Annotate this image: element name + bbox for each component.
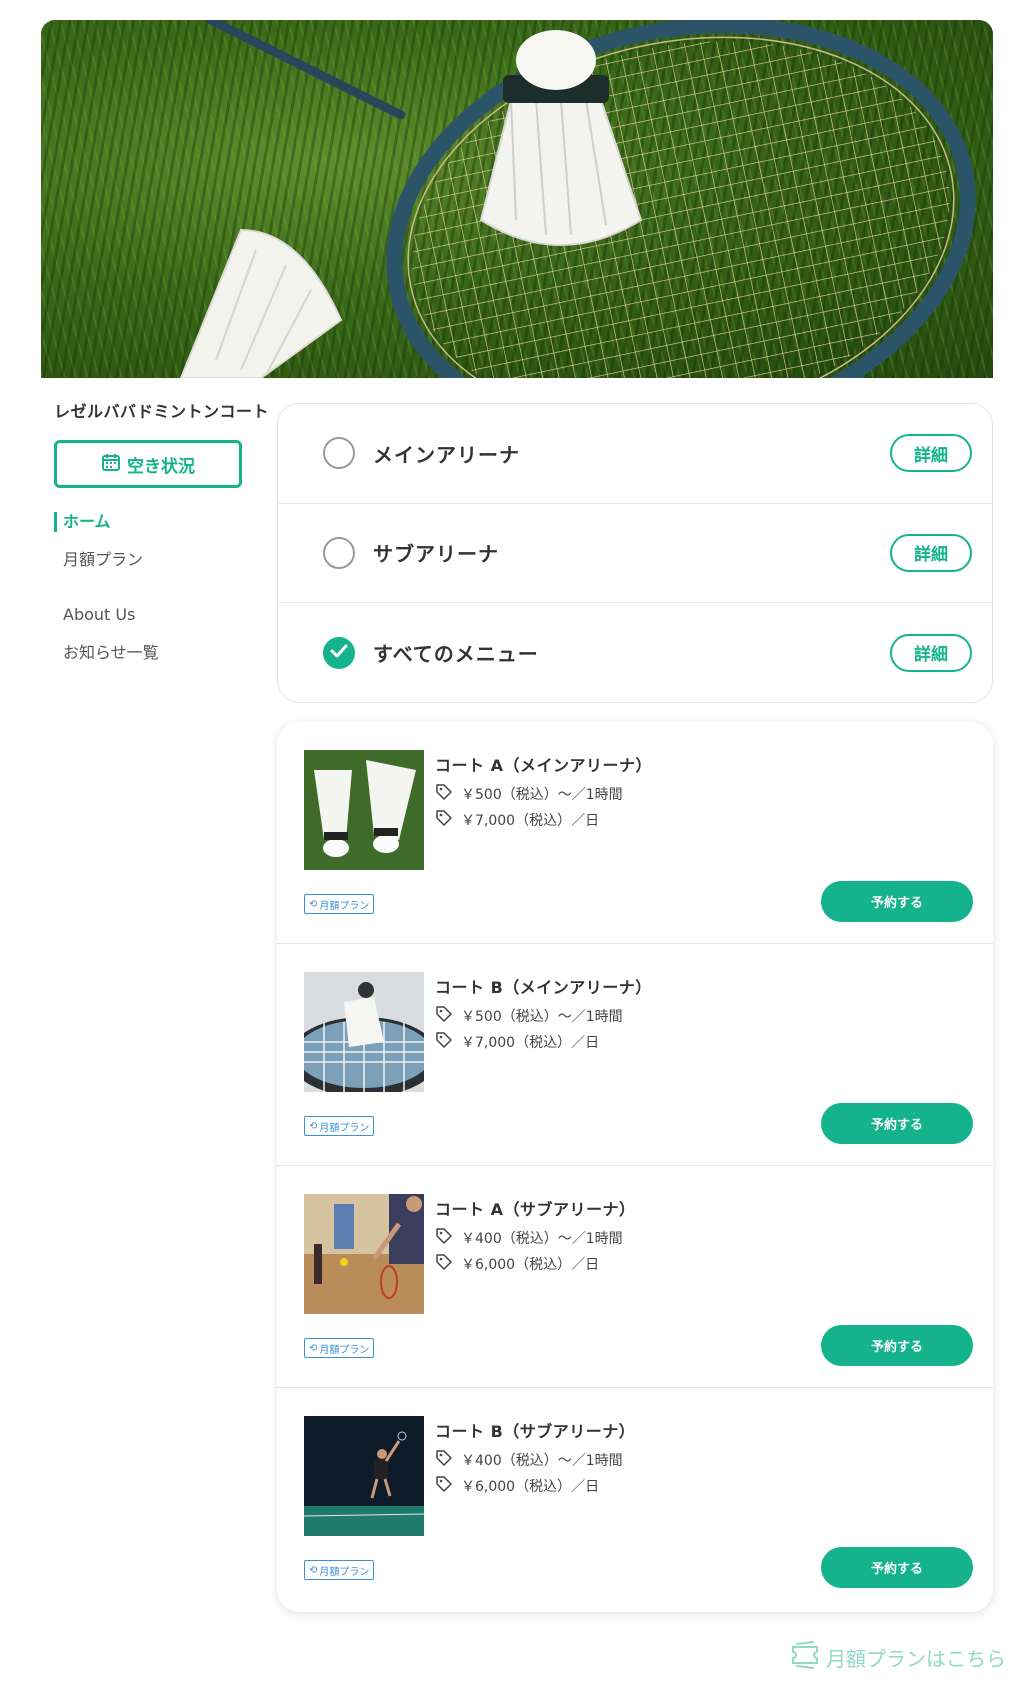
reserve-button[interactable]: 予約する (821, 881, 973, 922)
course-item: コート A（サブアリーナ） ￥400（税込）〜／1時間 ￥6,000（税込）／日… (277, 1166, 993, 1388)
course-item: コート A（メインアリーナ） ￥500（税込）〜／1時間 ￥7,000（税込）／… (277, 722, 993, 944)
detail-button[interactable]: 詳細 (890, 434, 972, 473)
badge-label: 月額プラン (319, 1566, 370, 1578)
price-daily: ￥7,000（税込）／日 (435, 1031, 599, 1053)
price-hourly-text: ￥400（税込）〜／1時間 (461, 1453, 623, 1469)
price-tag-icon (435, 1227, 453, 1249)
monthly-plan-badge: ⟲ 月額プラン (304, 894, 375, 914)
menu-option-all[interactable]: すべてのメニュー 詳細 (278, 603, 992, 702)
course-item: コート B（サブアリーナ） ￥400（税込）〜／1時間 ￥6,000（税込）／日… (277, 1388, 993, 1610)
price-hourly-text: ￥500（税込）〜／1時間 (461, 787, 623, 803)
menu-label: すべてのメニュー (373, 642, 539, 667)
repeat-icon: ⟲ (309, 1564, 318, 1576)
sidebar-nav: ホーム 月額プラン About Us お知らせ一覧 (54, 510, 254, 665)
price-daily: ￥7,000（税込）／日 (435, 809, 599, 831)
nav-item-monthly-plan[interactable]: 月額プラン (54, 548, 254, 572)
menu-selector: メインアリーナ 詳細 サブアリーナ 詳細 すべてのメニュー 詳細 (277, 403, 993, 703)
price-tag-icon (435, 1475, 453, 1497)
detail-button[interactable]: 詳細 (890, 633, 972, 672)
radio-checked[interactable] (323, 636, 355, 669)
badge-label: 月額プラン (319, 1122, 370, 1134)
racket-and-shuttlecock-illustration (179, 20, 986, 378)
price-tag-icon (435, 1253, 453, 1275)
ticket-icon (788, 1638, 822, 1677)
price-daily: ￥6,000（税込）／日 (435, 1475, 599, 1497)
price-tag-icon (435, 1005, 453, 1027)
availability-button[interactable]: 空き状況 (54, 440, 242, 488)
hero-image (41, 20, 993, 378)
price-tag-icon (435, 783, 453, 805)
price-daily-text: ￥7,000（税込）／日 (461, 813, 600, 829)
repeat-icon: ⟲ (309, 898, 318, 910)
course-name: コート A（メインアリーナ） (435, 756, 652, 775)
price-daily-text: ￥7,000（税込）／日 (461, 1035, 600, 1051)
availability-label: 空き状況 (127, 456, 195, 477)
course-name: コート B（メインアリーナ） (435, 978, 652, 997)
checkmark-icon (330, 643, 348, 662)
menu-label: サブアリーナ (373, 542, 499, 567)
menu-option-sub-arena[interactable]: サブアリーナ 詳細 (278, 504, 992, 603)
radio-unchecked[interactable] (323, 437, 355, 470)
repeat-icon: ⟲ (309, 1342, 318, 1354)
price-daily: ￥6,000（税込）／日 (435, 1253, 599, 1275)
reserve-button[interactable]: 予約する (821, 1325, 973, 1366)
detail-button[interactable]: 詳細 (890, 533, 972, 572)
badge-label: 月額プラン (319, 1344, 370, 1356)
monthly-plan-link-text: 月額プランはこちら (826, 1647, 1006, 1671)
monthly-plan-link[interactable]: 月額プランはこちら (788, 1638, 1006, 1677)
course-thumbnail[interactable] (304, 972, 424, 1092)
nav-item-home[interactable]: ホーム (54, 510, 254, 534)
nav-item-news[interactable]: お知らせ一覧 (54, 641, 254, 665)
reserve-button[interactable]: 予約する (821, 1547, 973, 1588)
price-tag-icon (435, 1031, 453, 1053)
course-thumbnail[interactable] (304, 750, 424, 870)
repeat-icon: ⟲ (309, 1120, 318, 1132)
price-hourly: ￥500（税込）〜／1時間 (435, 1005, 623, 1027)
price-daily-text: ￥6,000（税込）／日 (461, 1479, 600, 1495)
nav-item-about-us[interactable]: About Us (54, 603, 254, 627)
menu-option-main-arena[interactable]: メインアリーナ 詳細 (278, 404, 992, 504)
course-thumbnail[interactable] (304, 1194, 424, 1314)
course-name: コート A（サブアリーナ） (435, 1200, 636, 1219)
menu-label: メインアリーナ (373, 442, 520, 467)
price-hourly: ￥400（税込）〜／1時間 (435, 1449, 623, 1471)
price-hourly-text: ￥400（税込）〜／1時間 (461, 1231, 623, 1247)
radio-unchecked[interactable] (323, 536, 355, 569)
course-list: コート A（メインアリーナ） ￥500（税込）〜／1時間 ￥7,000（税込）／… (277, 722, 993, 1612)
reserve-button[interactable]: 予約する (821, 1103, 973, 1144)
price-hourly-text: ￥500（税込）〜／1時間 (461, 1009, 623, 1025)
site-title: レゼルババドミントンコート (54, 402, 269, 421)
monthly-plan-badge: ⟲ 月額プラン (304, 1116, 375, 1136)
price-tag-icon (435, 809, 453, 831)
course-thumbnail[interactable] (304, 1416, 424, 1536)
price-hourly: ￥500（税込）〜／1時間 (435, 783, 623, 805)
monthly-plan-badge: ⟲ 月額プラン (304, 1338, 375, 1358)
badge-label: 月額プラン (319, 900, 370, 912)
price-tag-icon (435, 1449, 453, 1471)
price-daily-text: ￥6,000（税込）／日 (461, 1257, 600, 1273)
course-name: コート B（サブアリーナ） (435, 1422, 636, 1441)
calendar-icon (101, 452, 121, 477)
monthly-plan-badge: ⟲ 月額プラン (304, 1560, 375, 1580)
price-hourly: ￥400（税込）〜／1時間 (435, 1227, 623, 1249)
course-item: コート B（メインアリーナ） ￥500（税込）〜／1時間 ￥7,000（税込）／… (277, 944, 993, 1166)
